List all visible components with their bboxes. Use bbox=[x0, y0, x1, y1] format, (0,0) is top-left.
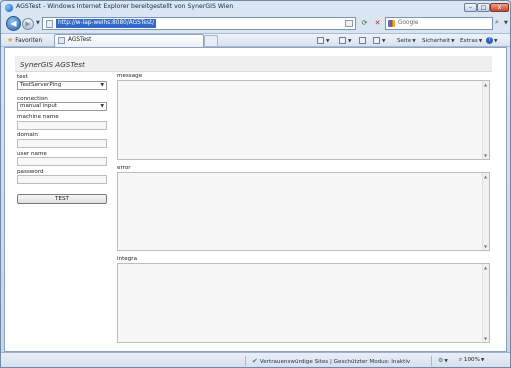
search-box: Google ⌕ ▼ bbox=[385, 17, 510, 30]
mail-button[interactable] bbox=[359, 36, 367, 46]
help-icon: ? bbox=[486, 37, 493, 44]
browser-window: AGSTest - Windows Internet Explorer bere… bbox=[0, 0, 511, 368]
forward-arrow-icon[interactable]: ▶ bbox=[22, 18, 34, 30]
close-button[interactable]: x bbox=[490, 3, 509, 12]
checkmark-icon: ✔ bbox=[252, 357, 258, 365]
search-input[interactable]: Google bbox=[385, 17, 493, 30]
status-bar: ✔ Vertrauenswürdige Sites | Geschützter M… bbox=[1, 352, 510, 367]
new-tab-button[interactable] bbox=[204, 35, 218, 46]
mail-icon bbox=[359, 37, 366, 44]
help-menu[interactable]: ? ▼ bbox=[486, 36, 497, 46]
safety-menu-label: Sicherheit bbox=[422, 38, 451, 44]
tab-label: AGSTest bbox=[68, 37, 92, 43]
chevron-down-icon: ▼ bbox=[100, 83, 104, 88]
search-placeholder: Google bbox=[398, 20, 419, 26]
chevron-down-icon: ▼ bbox=[100, 104, 104, 109]
window-title: AGSTest - Windows Internet Explorer bere… bbox=[16, 3, 234, 10]
tab-page-icon bbox=[58, 37, 65, 44]
print-icon bbox=[373, 37, 380, 44]
test-select[interactable]: TestServerPing ▼ bbox=[17, 81, 107, 90]
test-label: test bbox=[17, 74, 28, 80]
title-bar: AGSTest - Windows Internet Explorer bere… bbox=[1, 1, 510, 15]
address-bar: ◀ ▶ ▼ http://w-lap-welhs:8080/AGSTest/ ⟳… bbox=[1, 15, 510, 33]
feeds-button[interactable]: ▼ bbox=[339, 36, 351, 46]
search-dropdown-icon[interactable]: ▼ bbox=[504, 20, 508, 26]
compatibility-view-icon[interactable] bbox=[345, 20, 353, 27]
tools-menu[interactable]: Extras▼ bbox=[460, 36, 482, 46]
security-zone-text: Vertrauenswürdige Sites | Geschützter Mo… bbox=[259, 359, 411, 365]
back-arrow-icon[interactable]: ◀ bbox=[6, 16, 21, 31]
security-zone[interactable]: ✔ Vertrauenswürdige Sites | Geschützter M… bbox=[252, 357, 410, 365]
zoom-level: 100% bbox=[463, 357, 480, 363]
integra-scrollbar[interactable]: ▲ ▼ bbox=[482, 264, 489, 342]
search-icon[interactable]: ⌕ bbox=[495, 18, 499, 27]
page-menu[interactable]: Seite▼ bbox=[397, 36, 416, 46]
minimize-button[interactable]: – bbox=[464, 3, 477, 12]
test-select-value: TestServerPing bbox=[20, 82, 62, 88]
status-divider bbox=[431, 356, 432, 366]
user-name-input[interactable] bbox=[17, 157, 107, 166]
error-label: error bbox=[117, 165, 131, 171]
protected-mode-icon[interactable]: ⚙▼ bbox=[438, 357, 448, 364]
password-input[interactable] bbox=[17, 175, 107, 184]
home-button[interactable]: ▼ bbox=[317, 36, 329, 46]
favorites-label: Favoriten bbox=[15, 38, 43, 44]
safety-menu[interactable]: Sicherheit▼ bbox=[422, 36, 455, 46]
ie-logo-icon bbox=[5, 4, 13, 12]
tools-menu-label: Extras bbox=[460, 38, 478, 44]
domain-input[interactable] bbox=[17, 139, 107, 148]
history-dropdown-icon[interactable]: ▼ bbox=[36, 20, 40, 26]
connection-select-value: manual input bbox=[20, 103, 58, 109]
error-scrollbar[interactable]: ▲ ▼ bbox=[482, 173, 489, 250]
print-button[interactable]: ▼ bbox=[373, 36, 385, 46]
zoom-control[interactable]: ⌕ 100%▼ bbox=[459, 357, 484, 364]
url-field[interactable]: http://w-lap-welhs:8080/AGSTest/ bbox=[42, 17, 356, 30]
tab-agstest[interactable]: AGSTest bbox=[54, 34, 204, 47]
integra-textarea[interactable]: ▲ ▼ bbox=[117, 263, 490, 343]
favorites-button[interactable]: ★ Favoriten bbox=[5, 35, 45, 46]
maximize-button[interactable]: □ bbox=[477, 3, 490, 12]
error-textarea[interactable]: ▲ ▼ bbox=[117, 172, 490, 251]
message-textarea[interactable]: ▲ ▼ bbox=[117, 80, 490, 160]
page-content: SynerGIS AGSTest test TestServerPing ▼ co… bbox=[4, 47, 507, 352]
page-menu-label: Seite bbox=[397, 38, 412, 44]
feeds-icon bbox=[339, 37, 346, 44]
app-header: SynerGIS AGSTest bbox=[15, 56, 492, 72]
test-button[interactable]: TEST bbox=[17, 194, 107, 204]
machine-name-input[interactable] bbox=[17, 121, 107, 130]
message-label: message bbox=[117, 73, 143, 79]
refresh-icon[interactable]: ⟳ bbox=[359, 18, 370, 29]
integra-label: integra bbox=[117, 256, 138, 262]
status-divider bbox=[245, 356, 246, 366]
app-title: SynerGIS AGSTest bbox=[20, 60, 85, 69]
google-icon bbox=[388, 20, 395, 27]
machine-name-label: machine name bbox=[17, 114, 59, 120]
home-icon bbox=[317, 37, 324, 44]
connection-select[interactable]: manual input ▼ bbox=[17, 102, 107, 111]
magnifier-icon: ⌕ bbox=[459, 357, 463, 363]
stop-icon[interactable]: ✕ bbox=[372, 18, 383, 29]
star-icon: ★ bbox=[7, 36, 14, 44]
message-scrollbar[interactable]: ▲ ▼ bbox=[482, 81, 489, 159]
page-icon bbox=[46, 20, 53, 28]
favorites-bar: ★ Favoriten AGSTest ▼ ▼ ▼ Seite▼ Sicherhe… bbox=[1, 33, 510, 47]
domain-label: domain bbox=[17, 132, 38, 138]
url-text[interactable]: http://w-lap-welhs:8080/AGSTest/ bbox=[56, 19, 157, 28]
